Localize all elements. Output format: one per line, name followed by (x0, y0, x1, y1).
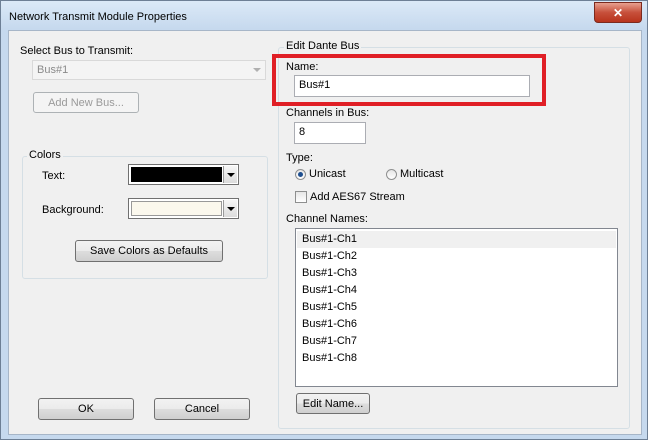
list-item[interactable]: Bus#1-Ch7 (297, 333, 616, 350)
unicast-label[interactable]: Unicast (309, 168, 346, 180)
unicast-radio[interactable] (295, 169, 306, 180)
edit-dante-bus-label: Edit Dante Bus (284, 40, 362, 52)
chevron-down-icon[interactable] (223, 200, 237, 217)
select-bus-label: Select Bus to Transmit: (20, 45, 134, 57)
text-color-swatch (131, 167, 222, 182)
text-color-label: Text: (42, 170, 66, 182)
select-bus-value: Bus#1 (37, 64, 69, 76)
list-item[interactable]: Bus#1-Ch3 (297, 265, 616, 282)
chevron-down-icon (253, 68, 261, 72)
channel-names-label: Channel Names: (286, 213, 368, 225)
title-bar[interactable]: Network Transmit Module Properties ✕ (1, 1, 647, 29)
select-bus-dropdown[interactable]: Bus#1 (32, 60, 266, 80)
list-item[interactable]: Bus#1-Ch4 (297, 282, 616, 299)
cancel-button[interactable]: Cancel (154, 398, 250, 420)
chevron-down-icon[interactable] (223, 166, 237, 183)
multicast-label[interactable]: Multicast (400, 168, 443, 180)
dialog-client-area: Select Bus to Transmit: Bus#1 Add New Bu… (8, 30, 642, 435)
aes67-checkbox[interactable] (295, 191, 307, 203)
dialog-window: Network Transmit Module Properties ✕ Sel… (0, 0, 648, 440)
background-color-swatch (131, 201, 222, 216)
text-color-dropdown[interactable] (128, 164, 239, 185)
close-button[interactable]: ✕ (594, 2, 642, 23)
edit-name-button[interactable]: Edit Name... (296, 393, 370, 414)
add-new-bus-button[interactable]: Add New Bus... (33, 92, 139, 113)
close-icon: ✕ (612, 5, 624, 20)
channels-label: Channels in Bus: (286, 107, 370, 119)
colors-group-label: Colors (27, 149, 63, 161)
save-colors-button[interactable]: Save Colors as Defaults (75, 240, 223, 262)
channels-value: 8 (299, 126, 306, 138)
list-item[interactable]: Bus#1-Ch1 (297, 231, 616, 248)
list-item[interactable]: Bus#1-Ch8 (297, 350, 616, 367)
ok-button[interactable]: OK (38, 398, 134, 420)
list-item[interactable]: Bus#1-Ch5 (297, 299, 616, 316)
background-color-label: Background: (42, 204, 104, 216)
type-label: Type: (286, 152, 313, 164)
list-item[interactable]: Bus#1-Ch6 (297, 316, 616, 333)
channels-field[interactable]: 8 (294, 122, 366, 144)
name-value: Bus#1 (299, 79, 331, 91)
name-field[interactable]: Bus#1 (294, 75, 530, 97)
window-title: Network Transmit Module Properties (9, 11, 187, 23)
multicast-radio[interactable] (386, 169, 397, 180)
channel-names-list[interactable]: Bus#1-Ch1 Bus#1-Ch2 Bus#1-Ch3 Bus#1-Ch4 … (295, 228, 618, 387)
list-item[interactable]: Bus#1-Ch2 (297, 248, 616, 265)
background-color-dropdown[interactable] (128, 198, 239, 219)
name-label: Name: (286, 61, 319, 73)
aes67-label[interactable]: Add AES67 Stream (310, 191, 405, 203)
